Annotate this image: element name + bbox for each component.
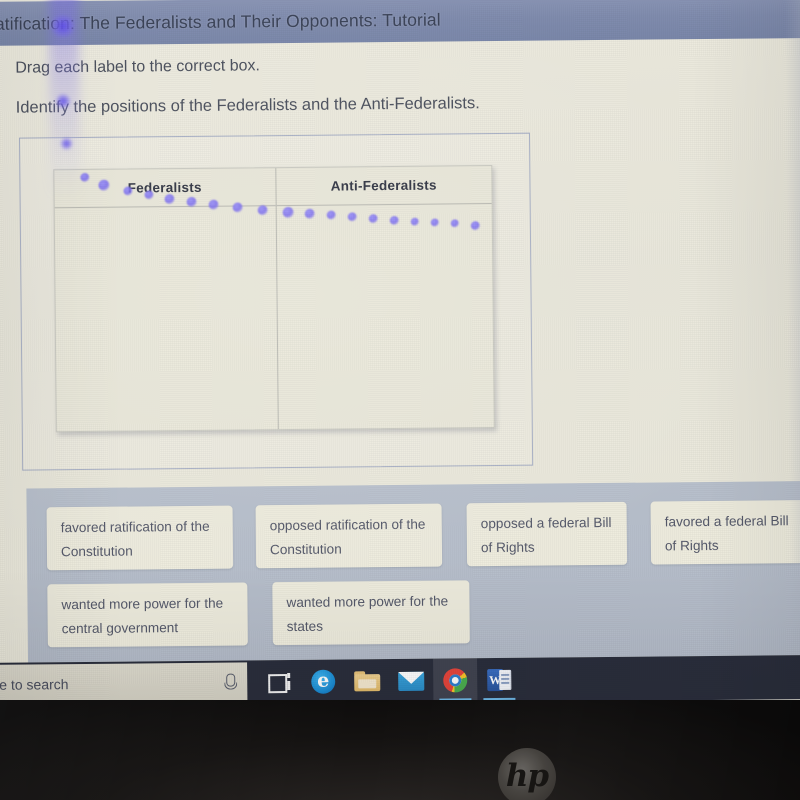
draggable-label[interactable]: favored ratification of the Constitution: [46, 505, 234, 571]
label-line-2: of Rights: [664, 537, 719, 554]
column-header-anti-federalists: Anti-Federalists: [275, 166, 492, 207]
label-line-1: opposed ratification of the: [269, 516, 426, 534]
taskbar-search-box[interactable]: e to search: [0, 662, 248, 705]
chrome-icon: [443, 668, 468, 693]
taskbar-item-edge[interactable]: e: [301, 659, 345, 703]
label-line-2: of Rights: [480, 539, 535, 556]
draggable-label[interactable]: wanted more power for the states: [272, 580, 470, 646]
label-line-1: favored a federal Bill: [664, 513, 789, 530]
label-line-2: Constitution: [60, 543, 133, 560]
laptop-bezel: [0, 700, 800, 800]
taskbar-icon-group: e W: [257, 658, 521, 705]
microphone-icon[interactable]: [224, 674, 235, 692]
taskbar-item-file-explorer[interactable]: [345, 659, 389, 703]
taskbar-item-word[interactable]: W: [477, 658, 521, 702]
taskbar-item-chrome[interactable]: [433, 658, 478, 703]
task-view-icon: [268, 673, 291, 694]
word-icon: W: [487, 668, 512, 692]
laptop-screen: atification: The Federalists and Their O…: [0, 0, 800, 710]
bezel-sheen: [0, 700, 800, 800]
taskbar-item-mail[interactable]: [389, 659, 433, 703]
drop-zone-federalists[interactable]: [55, 206, 278, 431]
label-line-2: Constitution: [269, 541, 342, 558]
draggable-label[interactable]: opposed ratification of the Constitution: [255, 503, 443, 569]
column-anti-federalists[interactable]: Anti-Federalists: [275, 166, 494, 429]
taskbar-item-task-view[interactable]: [257, 660, 301, 704]
label-tray: favored ratification of the Constitution…: [26, 480, 800, 663]
categorization-table: Federalists Anti-Federalists: [53, 165, 495, 433]
folder-icon: [354, 671, 381, 692]
mail-icon: [398, 671, 425, 691]
draggable-label[interactable]: favored a federal Bill of Rights: [650, 499, 800, 565]
instruction-drag-labels: Drag each label to the correct box.: [15, 57, 260, 77]
draggable-label[interactable]: wanted more power for the central govern…: [47, 582, 248, 648]
edge-icon: e: [311, 669, 336, 694]
draggable-label[interactable]: opposed a federal Bill of Rights: [466, 501, 628, 567]
laptop-photo: atification: The Federalists and Their O…: [0, 0, 800, 800]
column-federalists[interactable]: Federalists: [54, 168, 279, 432]
label-line-1: wanted more power for the: [286, 593, 449, 611]
label-line-2: central government: [61, 620, 179, 637]
tutorial-title-bar: atification: The Federalists and Their O…: [0, 0, 800, 46]
label-line-2: states: [286, 618, 324, 635]
label-line-1: opposed a federal Bill: [480, 514, 612, 532]
search-placeholder-text: e to search: [0, 676, 69, 693]
label-line-1: wanted more power for the: [61, 595, 224, 613]
hp-logo: hp: [498, 748, 556, 800]
column-header-federalists: Federalists: [54, 168, 276, 209]
label-line-1: favored ratification of the: [60, 518, 210, 536]
page-title: atification: The Federalists and Their O…: [0, 9, 441, 34]
drop-zone-anti-federalists[interactable]: [276, 204, 494, 429]
